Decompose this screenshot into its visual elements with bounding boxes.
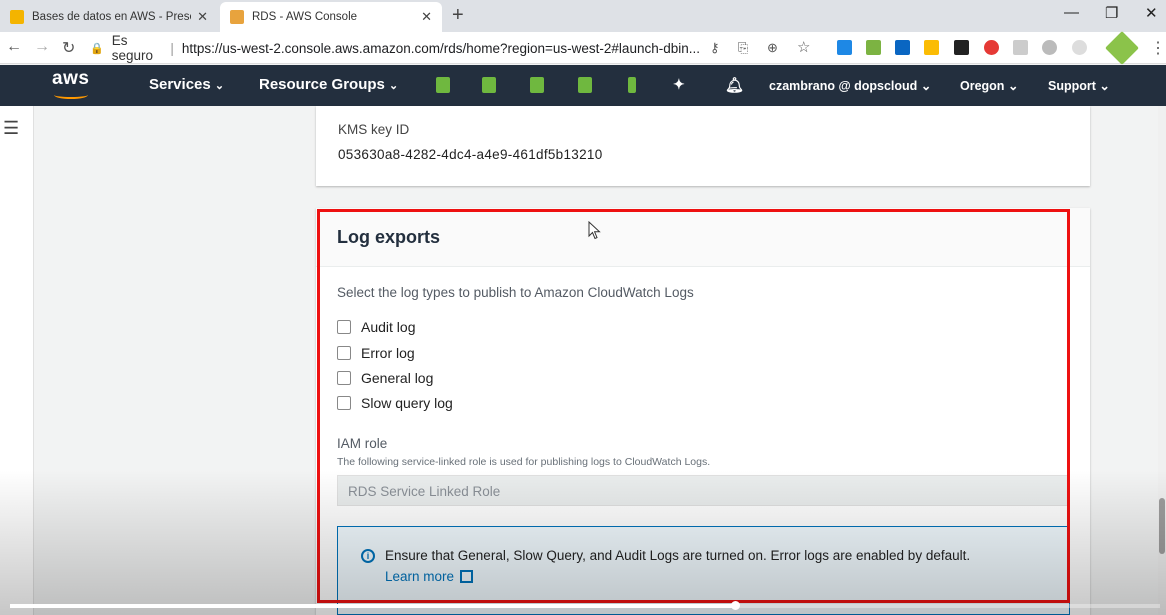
- log-exports-title: Log exports: [337, 227, 441, 247]
- close-icon[interactable]: ✕: [421, 9, 432, 25]
- service-shortcut-icon[interactable]: [482, 77, 496, 93]
- services-label: Services: [149, 76, 211, 93]
- chevron-down-icon: ⌄: [1099, 79, 1110, 93]
- info-text: Ensure that General, Slow Query, and Aud…: [385, 548, 971, 563]
- forward-icon[interactable]: →: [34, 38, 50, 56]
- info-alert: i Ensure that General, Slow Query, and A…: [337, 526, 1070, 615]
- account-menu[interactable]: czambrano @ dopscloud ⌄: [769, 78, 931, 93]
- secure-label: Es seguro: [111, 33, 153, 63]
- aws-cube-icon: [230, 10, 244, 24]
- slides-icon: [10, 10, 24, 24]
- minimize-icon[interactable]: —: [1064, 4, 1079, 21]
- iam-role-select: RDS Service Linked Role: [337, 475, 1070, 506]
- browser-tab-strip: Bases de datos en AWS - Present ✕ RDS - …: [0, 0, 1166, 32]
- window-close-icon[interactable]: ✕: [1145, 4, 1158, 22]
- log-exports-description: Select the log types to publish to Amazo…: [337, 285, 694, 300]
- address-bar-row: ← → ↻ 🔒 Es seguro | https://us-west-2.co…: [0, 31, 1166, 65]
- log-exports-header: Log exports: [316, 208, 1090, 267]
- opera-icon[interactable]: [984, 40, 999, 55]
- extension-icon[interactable]: [866, 40, 881, 55]
- audit-log-option[interactable]: Audit log: [337, 319, 415, 335]
- resource-groups-label: Resource Groups: [259, 76, 385, 93]
- external-link-icon: [460, 570, 474, 583]
- slow-query-log-label: Slow query log: [361, 395, 453, 411]
- support-label: Support: [1048, 79, 1096, 93]
- tab-title: Bases de datos en AWS - Present: [32, 11, 192, 23]
- translate-icon[interactable]: ⎘: [738, 40, 748, 56]
- audit-log-label: Audit log: [361, 319, 416, 335]
- address-bar[interactable]: 🔒 Es seguro | https://us-west-2.console.…: [90, 33, 700, 63]
- menu-kebab-icon[interactable]: ⋮: [1150, 38, 1166, 58]
- iam-role-value: RDS Service Linked Role: [348, 484, 501, 499]
- service-shortcut-icon[interactable]: [628, 77, 636, 93]
- extension-icon[interactable]: [837, 40, 852, 55]
- back-icon[interactable]: ←: [6, 38, 22, 56]
- slow-query-log-option[interactable]: Slow query log: [337, 395, 453, 411]
- aws-navbar: aws Services ⌄ Resource Groups ⌄ ✦ 🔔︎ cz…: [0, 65, 1166, 106]
- encryption-card: KMS key ID 053630a8-4282-4dc4-a4e9-461df…: [316, 106, 1090, 186]
- url-text: https://us-west-2.console.aws.amazon.com…: [181, 40, 700, 56]
- video-progress-fill: [10, 604, 735, 608]
- service-shortcut-icon[interactable]: [530, 77, 544, 93]
- log-exports-card: Log exports Select the log types to publ…: [316, 208, 1090, 615]
- lock-icon: 🔒: [90, 42, 104, 55]
- extension-icon[interactable]: [1042, 40, 1057, 55]
- error-log-checkbox[interactable]: [337, 346, 351, 360]
- general-log-label: General log: [361, 370, 434, 386]
- drive-icon[interactable]: [924, 40, 939, 55]
- iam-role-label: IAM role: [337, 436, 388, 451]
- close-icon[interactable]: ✕: [197, 9, 208, 25]
- tab-title: RDS - AWS Console: [252, 11, 358, 23]
- info-icon: i: [361, 549, 375, 563]
- aws-logo-smile: [54, 91, 88, 99]
- profile-avatar-icon[interactable]: [1105, 31, 1139, 65]
- chevron-down-icon: ⌄: [389, 80, 399, 92]
- key-icon[interactable]: ⚷: [710, 40, 720, 56]
- chevron-down-icon: ⌄: [214, 80, 225, 92]
- mouse-cursor-icon: [588, 221, 601, 240]
- extension-icon[interactable]: [954, 40, 969, 55]
- extension-icon[interactable]: [1072, 40, 1087, 55]
- learn-more-label: Learn more: [385, 569, 455, 584]
- video-progress-knob[interactable]: [730, 601, 740, 610]
- service-shortcut-icon[interactable]: [436, 77, 450, 93]
- star-icon[interactable]: ☆: [797, 38, 810, 56]
- region-label: Oregon: [960, 79, 1005, 93]
- error-log-label: Error log: [361, 345, 415, 361]
- tab-rds-console[interactable]: RDS - AWS Console ✕: [220, 2, 442, 32]
- service-shortcut-icon[interactable]: [578, 77, 592, 93]
- general-log-checkbox[interactable]: [337, 371, 351, 385]
- chevron-down-icon: ⌄: [1007, 79, 1019, 93]
- linkedin-icon[interactable]: [895, 40, 910, 55]
- audit-log-checkbox[interactable]: [337, 320, 351, 334]
- general-log-option[interactable]: General log: [337, 370, 433, 386]
- zoom-icon[interactable]: ⊕: [767, 40, 778, 56]
- iam-role-description: The following service-linked role is use…: [337, 456, 711, 468]
- extension-icon[interactable]: [1013, 40, 1028, 55]
- separator: |: [170, 40, 174, 56]
- services-menu[interactable]: Services ⌄: [149, 76, 224, 93]
- kms-key-label: KMS key ID: [338, 122, 410, 137]
- slow-query-log-checkbox[interactable]: [337, 396, 351, 410]
- learn-more-link[interactable]: Learn more: [385, 569, 474, 584]
- pin-icon[interactable]: ✦: [673, 76, 685, 93]
- left-rail: [0, 106, 34, 615]
- bell-icon[interactable]: 🔔︎: [725, 76, 744, 94]
- reload-icon[interactable]: ↻: [62, 38, 75, 58]
- new-tab-icon[interactable]: +: [452, 4, 464, 27]
- maximize-icon[interactable]: ❐: [1105, 4, 1118, 22]
- kms-key-value: 053630a8-4282-4dc4-a4e9-461df5b13210: [338, 147, 603, 162]
- error-log-option[interactable]: Error log: [337, 345, 415, 361]
- support-menu[interactable]: Support ⌄: [1048, 78, 1110, 93]
- chevron-down-icon: ⌄: [920, 79, 932, 93]
- resource-groups-menu[interactable]: Resource Groups ⌄: [259, 76, 398, 93]
- scrollbar-thumb[interactable]: [1159, 498, 1165, 554]
- region-menu[interactable]: Oregon ⌄: [960, 78, 1018, 93]
- aws-logo[interactable]: aws: [52, 68, 89, 90]
- hamburger-menu-icon[interactable]: ☰: [3, 118, 19, 139]
- tab-presentation[interactable]: Bases de datos en AWS - Present ✕: [0, 2, 218, 32]
- account-label: czambrano @ dopscloud: [769, 79, 918, 93]
